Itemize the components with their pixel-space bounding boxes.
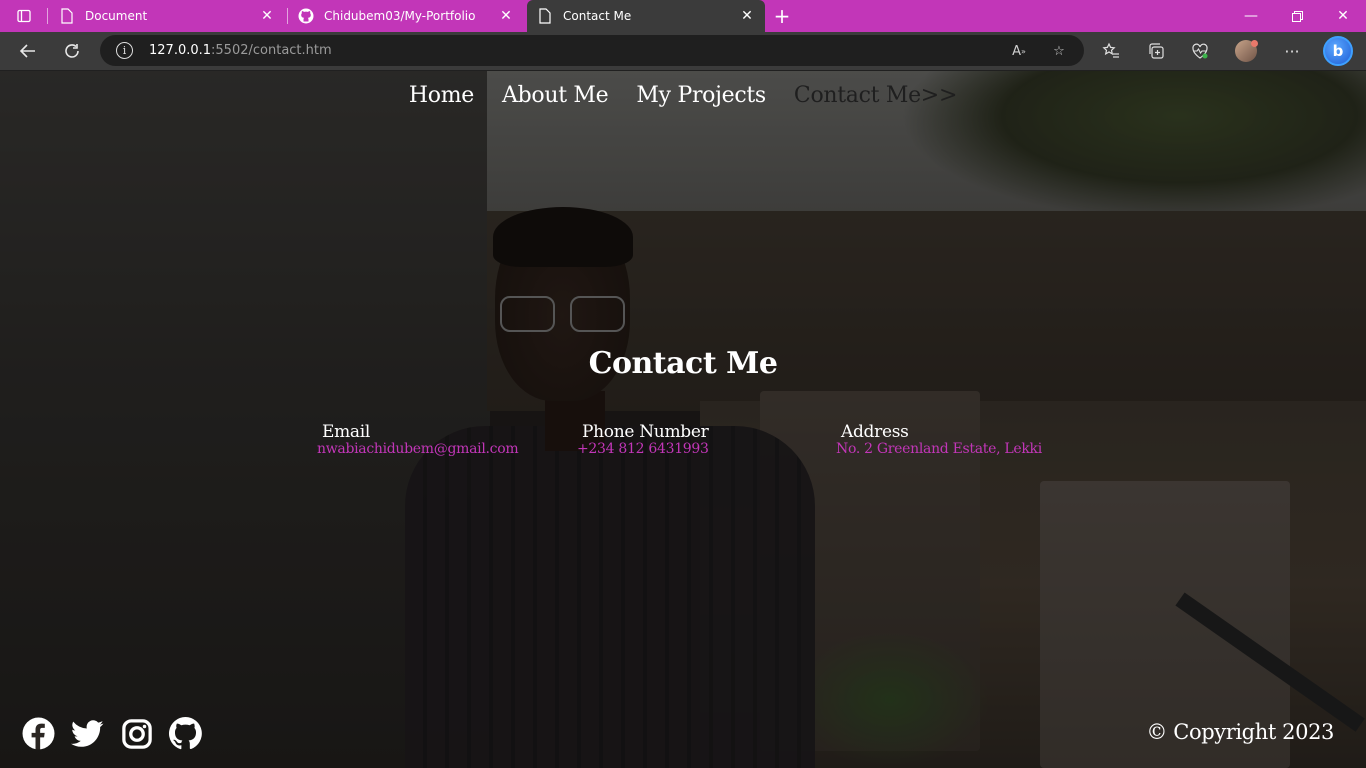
github-icon [298, 8, 314, 24]
tab-github[interactable]: Chidubem03/My-Portfolio ✕ [288, 0, 524, 32]
minimize-button[interactable]: — [1228, 0, 1274, 32]
phone-label: Phone Number [582, 422, 709, 442]
address-bar[interactable]: i 127.0.0.1:5502/contact.htm A» ☆ [100, 35, 1084, 66]
page-viewport: Home About Me My Projects Contact Me>> C… [0, 71, 1366, 768]
nav-link-about[interactable]: About Me [502, 83, 609, 108]
tab-document[interactable]: Document ✕ [49, 0, 285, 32]
refresh-icon [65, 44, 79, 58]
back-button[interactable] [14, 37, 42, 65]
page-title: Contact Me [588, 346, 778, 381]
address-label: Address [841, 422, 909, 442]
copyright-text: © Copyright 2023 [1146, 720, 1334, 744]
collections-icon[interactable] [1146, 41, 1166, 61]
phone-value[interactable]: +234 812 6431993 [577, 441, 837, 457]
close-tab-icon[interactable]: ✕ [498, 8, 514, 24]
close-icon: ✕ [1337, 8, 1349, 24]
url-text: 127.0.0.1:5502/contact.htm [149, 43, 332, 58]
favorite-star-icon[interactable]: ☆ [1050, 42, 1068, 60]
page-icon [537, 8, 553, 24]
bing-copilot-icon[interactable]: b [1323, 36, 1353, 66]
back-arrow-icon [19, 44, 35, 58]
github-icon[interactable] [169, 717, 202, 750]
new-tab-button[interactable]: + [770, 4, 794, 28]
email-value[interactable]: nwabiachidubem@gmail.com [317, 441, 577, 457]
browser-essentials-icon[interactable] [1190, 41, 1210, 61]
address-block: Address No. 2 Greenland Estate, Lekki [836, 422, 1096, 457]
url-path: :5502/contact.htm [211, 43, 332, 58]
nav-link-contact[interactable]: Contact Me>> [794, 83, 957, 108]
site-nav: Home About Me My Projects Contact Me>> [0, 83, 1366, 108]
tab-actions-button[interactable] [8, 4, 40, 28]
plus-icon: + [773, 4, 791, 28]
url-host: 127.0.0.1 [149, 43, 212, 58]
tab-title: Document [85, 9, 148, 23]
read-aloud-icon[interactable]: A» [1010, 42, 1028, 60]
restore-button[interactable] [1274, 0, 1320, 32]
tab-title: Chidubem03/My-Portfolio [324, 9, 476, 23]
favorites-icon[interactable] [1101, 41, 1121, 61]
tab-contact-me[interactable]: Contact Me ✕ [527, 0, 765, 32]
facebook-icon[interactable] [22, 717, 55, 750]
address-value: No. 2 Greenland Estate, Lekki [836, 441, 1042, 457]
nav-link-projects[interactable]: My Projects [636, 83, 766, 108]
nav-link-home[interactable]: Home [409, 83, 474, 108]
tab-separator [47, 8, 48, 24]
dark-overlay [0, 71, 1366, 768]
site-info-icon[interactable]: i [116, 42, 133, 59]
refresh-button[interactable] [58, 37, 86, 65]
page-icon [59, 8, 75, 24]
twitter-icon[interactable] [71, 717, 104, 750]
profile-notification-dot [1251, 40, 1258, 47]
close-window-button[interactable]: ✕ [1320, 0, 1366, 32]
social-links [22, 717, 202, 750]
close-tab-icon[interactable]: ✕ [739, 8, 755, 24]
phone-block: Phone Number +234 812 6431993 [577, 422, 837, 457]
email-block: Email nwabiachidubem@gmail.com [317, 422, 577, 457]
browser-toolbar: i 127.0.0.1:5502/contact.htm A» ☆ ··· b [0, 32, 1366, 70]
instagram-icon[interactable] [120, 717, 153, 750]
tab-title: Contact Me [563, 9, 632, 23]
email-label: Email [322, 422, 371, 442]
tab-actions-icon [17, 9, 31, 23]
more-options-icon[interactable]: ··· [1282, 41, 1302, 61]
minimize-icon: — [1244, 8, 1258, 24]
tab-strip: Document ✕ Chidubem03/My-Portfolio ✕ Con… [0, 0, 1366, 32]
restore-icon [1291, 10, 1303, 22]
close-tab-icon[interactable]: ✕ [259, 8, 275, 24]
